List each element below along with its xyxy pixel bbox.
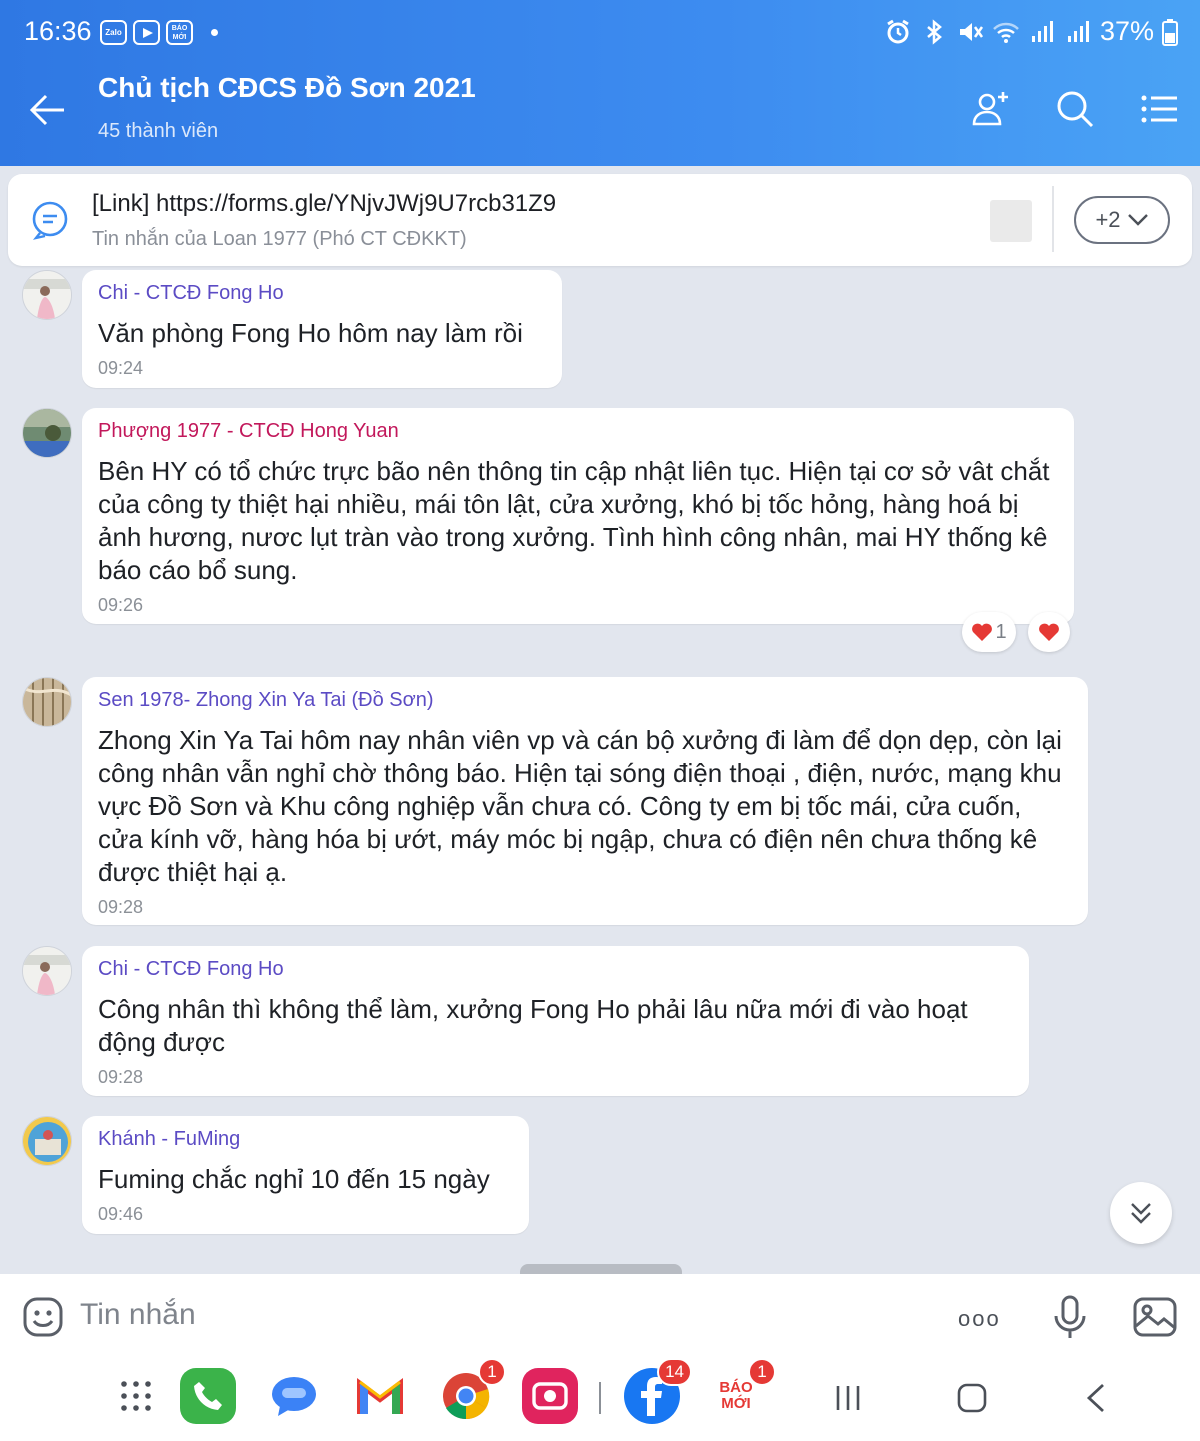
- image-picker-icon[interactable]: [1132, 1296, 1178, 1338]
- reaction-count: 1: [995, 620, 1007, 643]
- avatar[interactable]: [22, 408, 72, 458]
- battery-icon: [1162, 18, 1178, 46]
- microphone-icon[interactable]: [1050, 1294, 1090, 1340]
- message-bubble[interactable]: Phượng 1977 - CTCĐ Hong Yuan Bên HY có t…: [82, 408, 1074, 624]
- message-text: Công nhân thì không thể làm, xưởng Fong …: [98, 994, 968, 1057]
- add-member-icon[interactable]: [970, 88, 1012, 130]
- message-text: Văn phòng Fong Ho hôm nay làm rồi: [98, 318, 523, 348]
- screen-recorder-app-icon[interactable]: [522, 1368, 578, 1424]
- youtube-notification-icon: [133, 20, 160, 45]
- scroll-to-bottom-button[interactable]: [1110, 1182, 1172, 1244]
- bluetooth-icon: [927, 18, 942, 45]
- sender-name[interactable]: Khánh - FuMing: [98, 1128, 513, 1151]
- chrome-app-icon[interactable]: 1: [438, 1358, 506, 1424]
- system-dock: 1 14 BÁO MỚI 1: [0, 1358, 1200, 1441]
- more-notifications-dot: [211, 29, 218, 36]
- facebook-app-icon[interactable]: 14: [624, 1358, 692, 1424]
- pinned-subtitle: Tin nhắn của Loan 1977 (Phó CT CĐKKT): [92, 228, 467, 250]
- pinned-divider: [1052, 186, 1054, 252]
- message-bubble[interactable]: Chi - CTCĐ Fong Ho Công nhân thì không t…: [82, 946, 1029, 1096]
- baomoi-label: BÁO: [719, 1379, 753, 1396]
- home-button[interactable]: [952, 1378, 992, 1418]
- chat-bubble-icon: [32, 201, 68, 240]
- message-time: 09:24: [98, 358, 144, 378]
- wifi-icon: [993, 22, 1019, 43]
- pinned-message[interactable]: [Link] https://forms.gle/YNjvJWj9U7rcb31…: [8, 174, 1192, 266]
- signal-icon: [1031, 20, 1053, 42]
- pinned-link[interactable]: [Link] https://forms.gle/YNjvJWj9U7rcb31…: [92, 190, 556, 218]
- status-app-icons: Zalo BÁO MỚI: [100, 20, 218, 45]
- avatar[interactable]: [22, 677, 72, 727]
- notification-badge: 1: [478, 1358, 506, 1386]
- message-input[interactable]: Tin nhắn: [80, 1298, 196, 1332]
- search-icon[interactable]: [1054, 88, 1096, 130]
- reaction-summary[interactable]: 1: [962, 612, 1016, 652]
- alarm-icon: [887, 19, 909, 43]
- app-drawer-icon[interactable]: [108, 1368, 164, 1424]
- message-bubble[interactable]: Chi - CTCĐ Fong Ho Văn phòng Fong Ho hôm…: [82, 270, 562, 388]
- status-bar: 16:36 Zalo BÁO MỚI 37%: [0, 0, 1200, 60]
- member-count[interactable]: 45 thành viên: [98, 120, 218, 143]
- message-bubble[interactable]: Sen 1978- Zhong Xin Ya Tai (Đồ Sơn) Zhon…: [82, 677, 1088, 925]
- message-time: 09:28: [98, 1067, 144, 1087]
- gmail-app-icon[interactable]: [352, 1368, 408, 1424]
- sender-name[interactable]: Sen 1978- Zhong Xin Ya Tai (Đồ Sơn): [98, 689, 1072, 712]
- notification-badge: 14: [657, 1358, 692, 1386]
- phone-app-icon[interactable]: [180, 1368, 236, 1424]
- battery-percent: 37%: [1099, 16, 1154, 46]
- mute-icon: [959, 22, 983, 41]
- group-title[interactable]: Chủ tịch CĐCS Đồ Sơn 2021: [98, 72, 476, 104]
- signal-2-icon: [1067, 20, 1089, 42]
- status-right: 37%: [884, 16, 1178, 47]
- pinned-more-button[interactable]: +2: [1074, 196, 1170, 244]
- zalo-notification-icon: Zalo: [100, 20, 127, 45]
- message-text: Zhong Xin Ya Tai hôm nay nhân viên vp và…: [98, 725, 1062, 887]
- message-bubble[interactable]: Khánh - FuMing Fuming chắc nghỉ 10 đến 1…: [82, 1116, 529, 1234]
- heart-icon: [972, 623, 993, 641]
- back-arrow-icon[interactable]: [28, 92, 68, 128]
- nav-back-button[interactable]: [1076, 1378, 1116, 1418]
- message-time: 09:46: [98, 1204, 144, 1224]
- notification-badge: 1: [748, 1358, 776, 1386]
- baomoi-app-icon[interactable]: BÁO MỚI 1: [708, 1358, 776, 1424]
- pinned-more-count: +2: [1095, 207, 1121, 232]
- chevron-down-icon: [1127, 214, 1148, 226]
- heart-icon: [1039, 623, 1059, 641]
- avatar[interactable]: [22, 946, 72, 996]
- recent-apps-button[interactable]: [828, 1378, 868, 1418]
- dock-divider: [599, 1382, 601, 1414]
- messages-app-icon[interactable]: [266, 1368, 322, 1424]
- message-time: 09:28: [98, 897, 144, 917]
- sender-name[interactable]: Chi - CTCĐ Fong Ho: [98, 958, 1013, 981]
- sender-name[interactable]: Chi - CTCĐ Fong Ho: [98, 282, 546, 305]
- avatar[interactable]: [22, 270, 72, 320]
- message-composer: Tin nhắn ooo: [0, 1274, 1200, 1358]
- menu-list-icon[interactable]: [1138, 88, 1180, 130]
- message-time: 09:26: [98, 595, 144, 615]
- more-options-button[interactable]: ooo: [958, 1306, 1001, 1332]
- message-text: Fuming chắc nghỉ 10 đến 15 ngày: [98, 1164, 490, 1194]
- double-chevron-down-icon: [1131, 1203, 1151, 1224]
- pinned-thumbnail: [990, 200, 1032, 242]
- sender-name[interactable]: Phượng 1977 - CTCĐ Hong Yuan: [98, 420, 1058, 443]
- emoji-sticker-icon[interactable]: [22, 1296, 64, 1338]
- baomoi-label: MỚI: [721, 1395, 751, 1412]
- avatar[interactable]: [22, 1116, 72, 1166]
- add-reaction-button[interactable]: [1028, 612, 1070, 652]
- baomoi-notification-icon: BÁO MỚI: [166, 20, 193, 45]
- status-time: 16:36: [24, 16, 92, 46]
- top-bar: 16:36 Zalo BÁO MỚI 37% Chủ tịch CĐCS Đồ S…: [0, 0, 1200, 166]
- message-text: Bên HY có tổ chức trực bão nên thông tin…: [98, 456, 1050, 585]
